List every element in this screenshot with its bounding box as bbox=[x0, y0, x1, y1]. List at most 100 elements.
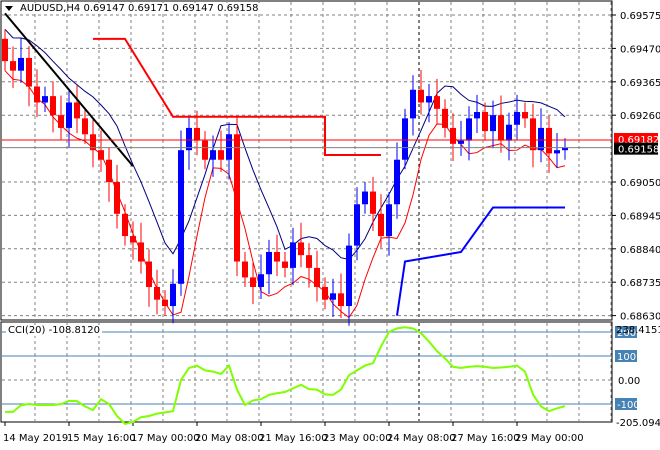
cci-title: CCI(20) bbox=[8, 325, 46, 336]
candle-bear bbox=[218, 150, 224, 160]
cci-level-label: 100 bbox=[617, 352, 636, 363]
candle-bear bbox=[282, 261, 288, 268]
price-axis-label: 0.69365 bbox=[620, 78, 660, 89]
candle-bull bbox=[266, 251, 272, 275]
candle-bear bbox=[378, 213, 384, 237]
candle-bull bbox=[346, 245, 352, 307]
time-axis-label: 29 May 00:00 bbox=[515, 433, 584, 444]
candle-bull bbox=[186, 127, 192, 151]
candle-bear bbox=[138, 242, 144, 262]
candle-bull bbox=[210, 150, 216, 160]
cci-pane-frame bbox=[0, 321, 613, 423]
candle-bull bbox=[42, 96, 48, 103]
time-axis-label: 21 May 16:00 bbox=[259, 433, 328, 444]
candle-bear bbox=[10, 61, 16, 71]
time-axis-label: 20 May 08:00 bbox=[195, 433, 264, 444]
time-axis-label: 24 May 08:00 bbox=[387, 433, 456, 444]
chart-window[interactable]: 0.69575 0.69470 0.69365 0.69260 0.69050 0.689… bbox=[0, 0, 660, 450]
price-axis-label: 0.69050 bbox=[620, 178, 660, 189]
candle-bear bbox=[2, 38, 8, 62]
candle-bear bbox=[234, 134, 240, 262]
price-axis-label: 0.68945 bbox=[620, 211, 660, 222]
candle-bear bbox=[122, 213, 128, 237]
candle-bear bbox=[546, 127, 552, 154]
candle-bull bbox=[226, 134, 232, 160]
candle-bull bbox=[426, 96, 432, 103]
candle-bull bbox=[354, 204, 360, 246]
price-axis-label: 0.68840 bbox=[620, 245, 660, 256]
chart-canvas[interactable]: 0.69575 0.69470 0.69365 0.69260 0.69050 0.689… bbox=[0, 0, 660, 450]
candle-bull bbox=[362, 191, 368, 205]
candle-bear bbox=[530, 118, 536, 151]
candle-bear bbox=[314, 267, 320, 287]
candle-bear bbox=[146, 261, 152, 287]
time-axis-label: 14 May 2019 bbox=[3, 433, 68, 444]
price-axis-label: 0.69470 bbox=[620, 44, 660, 55]
candle-bear bbox=[242, 261, 248, 278]
candle-bear bbox=[98, 150, 104, 160]
candle-bull bbox=[66, 102, 72, 128]
candle-bull bbox=[554, 150, 560, 154]
candle-bear bbox=[50, 96, 56, 116]
candle-bull bbox=[394, 159, 400, 205]
candle-bull bbox=[18, 57, 24, 71]
candle-bear bbox=[498, 115, 504, 141]
candle-bear bbox=[442, 108, 448, 128]
candle-bull bbox=[506, 124, 512, 141]
time-axis-label: 15 May 16:00 bbox=[67, 433, 136, 444]
price-axis-label: 0.69260 bbox=[620, 111, 660, 122]
candle-bear bbox=[306, 255, 312, 268]
time-axis-label: 27 May 16:00 bbox=[451, 433, 520, 444]
symbol-label: AUDUSD,H4 bbox=[20, 3, 81, 14]
candle-bear bbox=[450, 127, 456, 144]
candle-bear bbox=[82, 118, 88, 135]
candle-bear bbox=[74, 102, 80, 119]
dropdown-triangle-icon bbox=[5, 6, 13, 11]
candle-bull bbox=[458, 140, 464, 144]
cci-min-label: -205.0943 bbox=[616, 418, 660, 429]
candle-bear bbox=[34, 86, 40, 103]
candle-bull bbox=[170, 283, 176, 307]
candle-bear bbox=[370, 191, 376, 214]
candle-bear bbox=[298, 242, 304, 256]
time-axis-label: 23 May 00:00 bbox=[323, 433, 392, 444]
candle-bear bbox=[274, 251, 280, 262]
price-axis-label: 0.69575 bbox=[620, 11, 660, 22]
cci-header: CCI(20) -108.8120 bbox=[6, 325, 102, 336]
candle-bear bbox=[250, 277, 256, 287]
bid-price-label: 0.69158 bbox=[618, 145, 659, 156]
candle-bear bbox=[338, 293, 344, 307]
candle-bear bbox=[154, 286, 160, 300]
candle-bull bbox=[330, 293, 336, 300]
cci-value: -108.8120 bbox=[48, 325, 100, 336]
candle-bear bbox=[162, 299, 168, 307]
cci-line bbox=[5, 326, 566, 426]
candle-bear bbox=[114, 182, 120, 214]
candle-bull bbox=[538, 127, 544, 151]
candle-bull bbox=[466, 118, 472, 141]
price-axis-label: 0.68630 bbox=[620, 312, 660, 323]
lower-step-line bbox=[396, 206, 565, 316]
cci-level-label: 0.00 bbox=[618, 376, 640, 387]
candle-bear bbox=[106, 159, 112, 182]
candle-bull bbox=[258, 274, 264, 287]
candle-bull bbox=[514, 112, 520, 125]
chart-header: AUDUSD,H4 0.69147 0.69171 0.69147 0.6915… bbox=[18, 3, 261, 14]
candle-bull bbox=[402, 118, 408, 160]
candle-bull bbox=[178, 150, 184, 284]
candle-bear bbox=[434, 96, 440, 109]
candle-bear bbox=[418, 89, 424, 103]
candle-bull bbox=[410, 89, 416, 119]
candle-bull bbox=[490, 115, 496, 132]
time-axis-label: 17 May 00:00 bbox=[131, 433, 200, 444]
candle-bull bbox=[290, 242, 296, 268]
candle-bear bbox=[482, 112, 488, 132]
candle-bear bbox=[194, 127, 200, 141]
candle-bear bbox=[26, 57, 32, 87]
price-axis-label: 0.68735 bbox=[620, 278, 660, 289]
candle-bear bbox=[130, 236, 136, 243]
cci-level-label: -100 bbox=[617, 400, 640, 411]
candle-bear bbox=[322, 286, 328, 300]
ohlc-label: 0.69147 0.69171 0.69147 0.69158 bbox=[83, 3, 259, 14]
candle-bear bbox=[58, 115, 64, 128]
